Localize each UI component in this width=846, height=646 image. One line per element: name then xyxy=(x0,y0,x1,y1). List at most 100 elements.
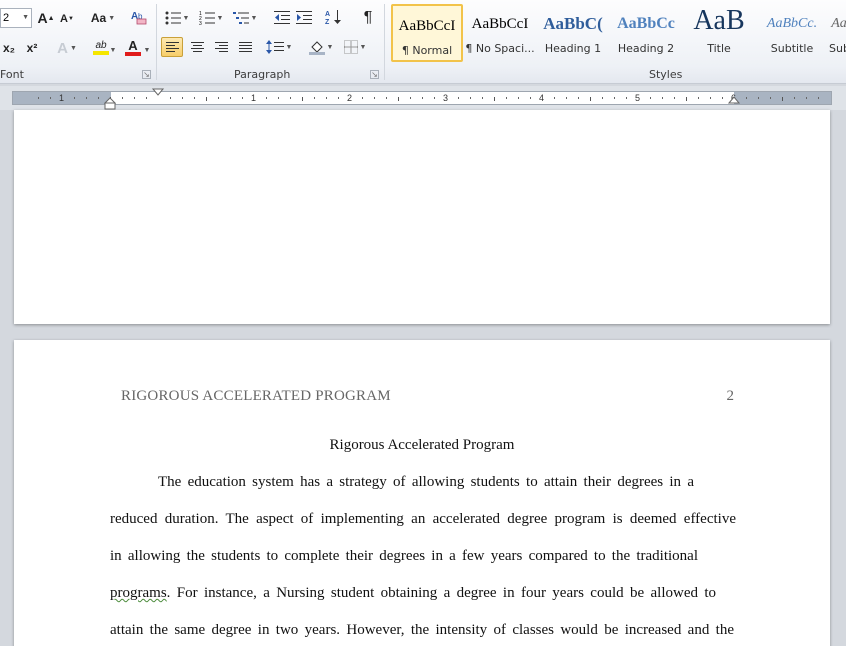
align-center-icon xyxy=(190,40,204,54)
change-case-button[interactable]: Aa ▼ xyxy=(88,8,118,28)
font-color-dropdown[interactable]: ▼ xyxy=(142,40,151,60)
ribbon: 2 ▼ A ▲ A ▼ Aa ▼ A b x₂ x² A ▼ ab ▼ A ▼ Font… xyxy=(0,0,846,84)
right-indent-marker-icon[interactable] xyxy=(728,96,740,106)
bullets-icon xyxy=(165,11,181,25)
group-divider xyxy=(156,4,157,80)
ruler-tick xyxy=(530,97,531,99)
ruler-tick xyxy=(134,97,135,99)
shading-button[interactable]: ▼ xyxy=(306,37,336,57)
text-effects-icon: A xyxy=(57,39,68,57)
ruler-number: 3 xyxy=(443,93,449,103)
style-preview: AaBbC( xyxy=(543,14,603,33)
highlight-dropdown[interactable]: ▼ xyxy=(108,40,117,60)
superscript-button[interactable]: x² xyxy=(22,38,42,58)
ruler-tick xyxy=(566,97,567,99)
style-name: Heading 2 xyxy=(617,42,675,55)
group-divider xyxy=(384,4,385,80)
clear-formatting-button[interactable]: A b xyxy=(128,7,150,27)
document-page-2[interactable]: RIGOROUS ACCELERATED PROGRAM 2 Rigorous … xyxy=(14,340,830,646)
justify-button[interactable] xyxy=(234,37,256,57)
font-size-field[interactable]: 2 ▼ xyxy=(0,8,32,28)
ruler-tick xyxy=(242,97,243,99)
ruler-tick xyxy=(290,97,291,99)
align-center-button[interactable] xyxy=(186,37,208,57)
ruler-tick xyxy=(218,97,219,99)
style-no-spacing[interactable]: AaBbCcI ¶ No Spaci... xyxy=(464,4,536,62)
show-hide-marks-button[interactable]: ¶ xyxy=(358,8,378,28)
ruler-tick xyxy=(38,97,39,99)
styles-group-label: Styles xyxy=(649,68,683,81)
shrink-font-button[interactable]: A ▼ xyxy=(58,9,76,29)
ruler-tick xyxy=(410,97,411,99)
subscript-button[interactable]: x₂ xyxy=(0,38,18,58)
ruler-tick xyxy=(806,97,807,99)
increase-indent-button[interactable] xyxy=(294,8,314,28)
decrease-indent-button[interactable] xyxy=(272,8,292,28)
style-title[interactable]: AaB Title xyxy=(683,4,755,62)
ruler-tick xyxy=(362,97,363,99)
font-dialog-launcher-icon[interactable]: ↘ xyxy=(142,70,151,79)
ruler-number: 4 xyxy=(539,93,545,103)
spelling-flagged-word[interactable]: programs xyxy=(110,585,167,602)
left-indent-marker-icon[interactable] xyxy=(104,88,116,112)
style-normal[interactable]: AaBbCcI ¶ Normal xyxy=(391,4,463,62)
page-number: 2 xyxy=(726,388,735,404)
ruler-tick xyxy=(614,97,615,99)
horizontal-ruler[interactable]: 1123456 xyxy=(0,86,846,110)
align-left-icon xyxy=(165,40,179,54)
bullets-button[interactable]: ▼ xyxy=(164,8,190,28)
ruler-tick xyxy=(266,97,267,99)
ruler-tick xyxy=(518,97,519,99)
style-name: Title xyxy=(707,42,731,55)
font-size-value: 2 xyxy=(3,12,10,24)
font-color-button[interactable]: A xyxy=(122,37,144,57)
body-line-2: reduced duration. The aspect of implemen… xyxy=(110,511,736,528)
style-subtle-emphasis[interactable]: Aa Sub xyxy=(829,4,846,62)
body-line-1: The education system has a strategy of a… xyxy=(158,474,694,491)
ruler-tick xyxy=(230,97,231,99)
style-heading-2[interactable]: AaBbCc Heading 2 xyxy=(610,4,682,62)
borders-button[interactable]: ▼ xyxy=(340,37,370,57)
ruler-tick xyxy=(662,97,663,99)
line-spacing-button[interactable]: ▼ xyxy=(264,37,294,57)
ruler-tick xyxy=(326,97,327,99)
align-left-button[interactable] xyxy=(161,37,183,57)
first-line-indent-marker-icon[interactable] xyxy=(152,88,164,98)
highlighter-icon: ab xyxy=(95,39,107,51)
style-heading-1[interactable]: AaBbC( Heading 1 xyxy=(537,4,609,62)
styles-gallery: AaBbCcI ¶ Normal AaBbCcI ¶ No Spaci... A… xyxy=(389,4,846,64)
document-page-1[interactable] xyxy=(14,110,830,324)
style-preview: AaBbCc xyxy=(617,15,675,32)
paragraph-dialog-launcher-icon[interactable]: ↘ xyxy=(370,70,379,79)
style-name: Subtitle xyxy=(770,42,814,55)
ruler-tick xyxy=(746,97,747,99)
ruler-tick xyxy=(698,97,699,99)
text-effects-button[interactable]: A ▼ xyxy=(54,38,80,58)
running-header: RIGOROUS ACCELERATED PROGRAM xyxy=(121,388,391,404)
style-subtitle[interactable]: AaBbCc. Subtitle xyxy=(756,4,828,62)
ruler-number: 2 xyxy=(347,93,353,103)
ruler-tick xyxy=(50,97,51,99)
ruler-tick xyxy=(422,97,423,99)
align-right-button[interactable] xyxy=(210,37,232,57)
style-name: Heading 1 xyxy=(544,42,602,55)
ruler-tick xyxy=(710,97,711,99)
ruler-number: 1 xyxy=(251,93,257,103)
superscript-icon: x² xyxy=(26,41,38,55)
ruler-tick xyxy=(722,97,723,99)
numbering-button[interactable]: 1 2 3 ▼ xyxy=(198,8,224,28)
ruler-tick xyxy=(758,97,759,99)
ruler-tick xyxy=(386,97,387,99)
ruler-tick xyxy=(818,97,819,99)
pilcrow-icon: ¶ xyxy=(363,9,373,26)
ruler-tick xyxy=(146,97,147,99)
sort-button[interactable]: A Z xyxy=(324,7,344,27)
style-name: Sub xyxy=(829,42,846,55)
ruler-tick xyxy=(482,97,483,99)
style-preview: AaBbCcI xyxy=(398,18,456,34)
ruler-tick xyxy=(794,97,795,99)
grow-font-button[interactable]: A ▲ xyxy=(36,8,56,28)
ruler-tick xyxy=(782,97,783,101)
ruler-tick xyxy=(194,97,195,99)
multilevel-list-button[interactable]: ▼ xyxy=(232,8,258,28)
